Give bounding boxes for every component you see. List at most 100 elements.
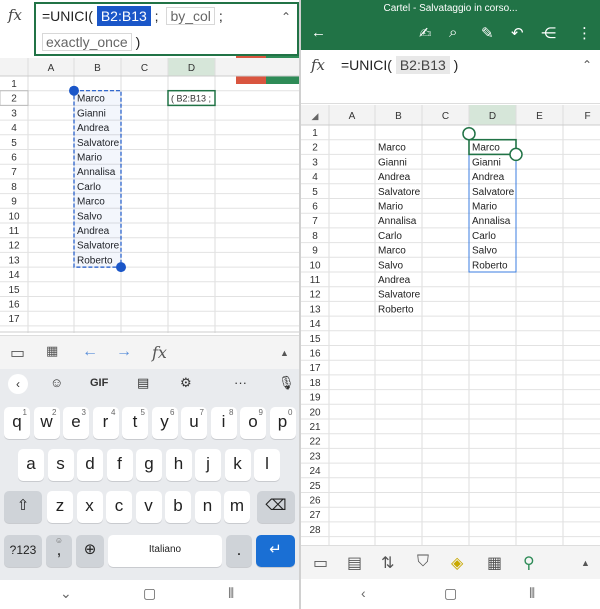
fx-icon[interactable]: fx	[311, 56, 325, 74]
nav-recents-icon[interactable]: ⦀	[529, 585, 535, 602]
ideas-lightbulb-icon[interactable]: ⚲	[523, 553, 535, 573]
row-header-3[interactable]: 3	[312, 157, 318, 168]
symbols-key[interactable]: ?123	[4, 535, 42, 567]
sort-icon[interactable]: ⇅	[381, 553, 394, 573]
range-selection-b2-b13[interactable]	[73, 90, 122, 268]
edit-pencil-icon[interactable]: ✎	[481, 24, 494, 42]
table-icon[interactable]: ▦	[487, 553, 502, 573]
more-menu-icon[interactable]: ⋮	[577, 24, 592, 42]
row-header-17[interactable]: 17	[309, 363, 321, 374]
cell-d5[interactable]: Salvatore	[472, 187, 515, 198]
key-b[interactable]: b	[165, 491, 191, 523]
key-s[interactable]: s	[47, 449, 74, 481]
key-x[interactable]: x	[76, 491, 103, 523]
row-header-11[interactable]: 11	[9, 226, 20, 237]
selection-handle-bottom[interactable]	[509, 147, 523, 162]
row-header-6[interactable]: 6	[312, 202, 318, 213]
row-header-22[interactable]: 22	[309, 437, 321, 448]
space-key[interactable]: Italiano	[108, 535, 222, 567]
row-header-13[interactable]: 13	[8, 255, 20, 266]
cell-b5[interactable]: Salvatore	[378, 187, 421, 198]
row-header-6[interactable]: 6	[11, 153, 17, 164]
formula-range-highlight[interactable]: B2:B13	[96, 6, 151, 26]
keyboard-toggle-icon[interactable]: ▭	[10, 343, 25, 363]
key-d[interactable]: d	[77, 449, 103, 481]
cell-d4[interactable]: Andrea	[472, 172, 505, 183]
row-header-2[interactable]: 2	[312, 143, 318, 154]
row-header-13[interactable]: 13	[309, 304, 321, 315]
cell-b8[interactable]: Carlo	[378, 231, 402, 242]
key-t[interactable]: 5t	[122, 407, 148, 439]
key-p[interactable]: 0p	[269, 407, 296, 439]
nav-home-icon[interactable]: ▢	[143, 585, 156, 602]
column-header-a[interactable]: A	[48, 63, 55, 74]
shift-key[interactable]: ⇧	[4, 491, 42, 523]
collapse-chevron-icon[interactable]: ⌃	[281, 10, 291, 24]
key-u[interactable]: 7u	[181, 407, 207, 439]
formula-input[interactable]: =UNICI( B2:B13 ; by_col ; exactly_once )…	[34, 2, 299, 56]
key-v[interactable]: v	[135, 491, 162, 523]
keyboard-back-icon[interactable]: ‹	[8, 374, 28, 394]
column-header-d[interactable]: D	[489, 111, 496, 122]
cell-d8[interactable]: Carlo	[472, 231, 496, 242]
fill-color-icon[interactable]: ◈	[451, 553, 463, 573]
expand-toolbar-icon[interactable]: ▲	[581, 558, 590, 568]
column-header-b[interactable]: B	[395, 111, 402, 122]
column-header-c[interactable]: C	[442, 111, 449, 122]
row-header-24[interactable]: 24	[309, 466, 321, 477]
cell-b4[interactable]: Andrea	[378, 172, 411, 183]
fx-icon[interactable]: fx	[8, 6, 22, 24]
row-header-15[interactable]: 15	[309, 334, 321, 345]
keyboard-icon[interactable]: ▭	[313, 553, 328, 573]
globe-language-icon[interactable]: ⊕	[76, 535, 104, 567]
key-c[interactable]: c	[106, 491, 132, 523]
row-header-12[interactable]: 12	[309, 290, 321, 301]
row-header-11[interactable]: 11	[310, 275, 321, 286]
row-header-4[interactable]: 4	[312, 172, 318, 183]
cell-d7[interactable]: Annalisa	[472, 216, 511, 227]
cell-b7[interactable]: Annalisa	[378, 216, 417, 227]
column-header-b[interactable]: B	[94, 63, 101, 74]
right-sheet-grid[interactable]: ◢ A B C D E F123456789101112131415161718192021…	[301, 105, 600, 545]
nav-home-icon[interactable]: ▢	[444, 585, 457, 602]
row-header-7[interactable]: 7	[11, 167, 17, 178]
column-header-f[interactable]: F	[584, 111, 590, 122]
row-header-14[interactable]: 14	[8, 270, 20, 281]
row-header-1[interactable]: 1	[312, 128, 318, 139]
cell-d2[interactable]: Marco	[472, 143, 500, 154]
key-n[interactable]: n	[194, 491, 221, 523]
key-k[interactable]: k	[224, 449, 251, 481]
backspace-key[interactable]: ⌫	[257, 491, 295, 523]
enter-key[interactable]: ↵	[256, 535, 295, 567]
arrow-right-icon[interactable]: →	[116, 343, 132, 361]
search-icon[interactable]: ⌕	[449, 24, 457, 41]
cell-b3[interactable]: Gianni	[378, 157, 407, 168]
numeric-keypad-icon[interactable]: ▦	[46, 343, 58, 359]
collapse-chevron-icon[interactable]: ⌃	[582, 58, 592, 72]
row-header-16[interactable]: 16	[8, 300, 20, 311]
key-q[interactable]: 1q	[4, 407, 30, 439]
row-header-28[interactable]: 28	[309, 525, 321, 536]
row-header-8[interactable]: 8	[11, 182, 17, 193]
row-header-16[interactable]: 16	[309, 349, 321, 360]
row-header-2[interactable]: 2	[11, 94, 17, 105]
row-header-9[interactable]: 9	[11, 197, 17, 208]
row-header-20[interactable]: 20	[309, 407, 321, 418]
key-z[interactable]: z	[47, 491, 73, 523]
microphone-icon[interactable]: 🎙	[278, 375, 295, 391]
row-header-14[interactable]: 14	[309, 319, 321, 330]
right-formula-bar[interactable]: fx =UNICI( B2:B13 ) ⌃	[301, 50, 600, 104]
row-header-10[interactable]: 10	[309, 260, 321, 271]
insert-function-icon[interactable]: fx	[152, 343, 167, 362]
cell-b10[interactable]: Salvo	[378, 260, 403, 271]
row-header-25[interactable]: 25	[309, 481, 321, 492]
column-header-e[interactable]: E	[536, 111, 543, 122]
cell-b11[interactable]: Andrea	[378, 275, 411, 286]
keyboard-settings-gear-icon[interactable]: ⚙	[180, 375, 192, 391]
nav-recents-icon[interactable]: ⦀	[228, 585, 234, 602]
key-m[interactable]: m	[224, 491, 250, 523]
filter-icon[interactable]: ⛉	[417, 553, 429, 571]
cell-b12[interactable]: Salvatore	[378, 290, 421, 301]
share-icon[interactable]: ⋲	[541, 24, 556, 42]
clipboard-icon[interactable]: ▤	[137, 375, 149, 391]
